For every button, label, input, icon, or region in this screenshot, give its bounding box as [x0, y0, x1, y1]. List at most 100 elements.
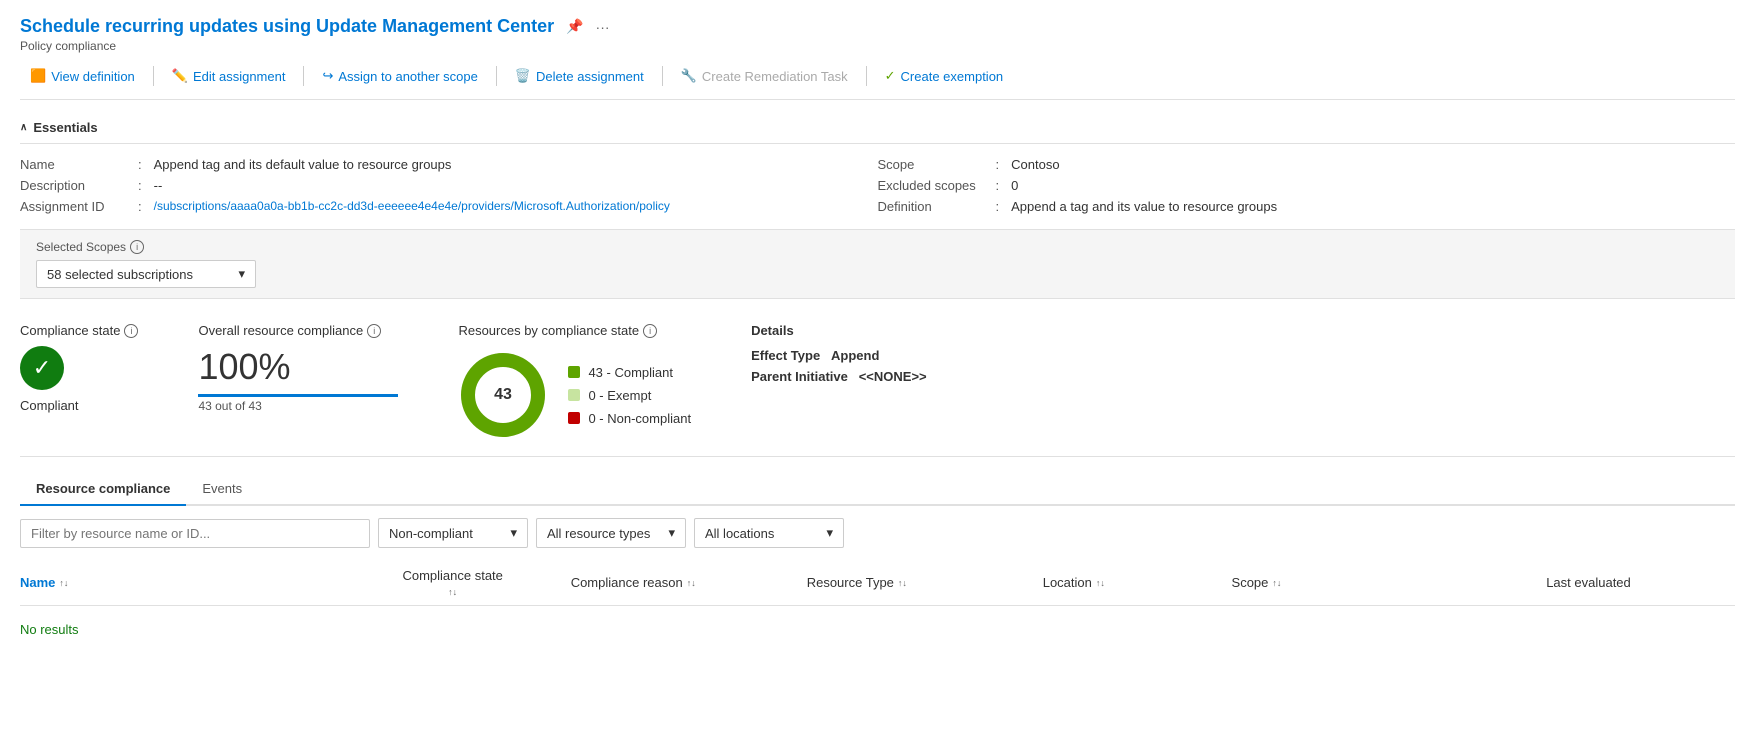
no-results-message: No results — [20, 606, 1735, 653]
essentials-section: ∧ Essentials Name : Append tag and its d… — [20, 100, 1735, 230]
essentials-scope-row: Scope : Contoso — [878, 154, 1736, 175]
toolbar-separator-2 — [303, 66, 304, 86]
toolbar-separator-4 — [662, 66, 663, 86]
essentials-excluded-scopes-value: 0 — [1011, 178, 1018, 193]
compliance-state-widget: Compliance state i ✓ Compliant — [20, 323, 138, 413]
essentials-chevron[interactable]: ∧ — [20, 122, 27, 133]
progress-bar-container — [198, 394, 398, 397]
compliance-section: Compliance state i ✓ Compliant Overall r… — [20, 299, 1735, 457]
overall-compliance-widget: Overall resource compliance i 100% 43 ou… — [198, 323, 398, 413]
filter-row: Non-compliant ▾ All resource types ▾ All… — [20, 506, 1735, 560]
table-header: Name ↑↓ Compliance state ↑↓ Compliance r… — [20, 560, 1735, 606]
create-remediation-task-button[interactable]: 🔧 Create Remediation Task — [671, 63, 858, 89]
essentials-name-row: Name : Append tag and its default value … — [20, 154, 878, 175]
tab-events[interactable]: Events — [186, 473, 258, 506]
tab-resource-compliance[interactable]: Resource compliance — [20, 473, 186, 506]
essentials-scope-value: Contoso — [1011, 157, 1059, 172]
legend-exempt: 0 - Exempt — [568, 388, 691, 403]
compliance-filter-dropdown[interactable]: Non-compliant ▾ — [378, 518, 528, 548]
scopes-dropdown-chevron: ▾ — [238, 266, 245, 282]
edit-assignment-button[interactable]: ✏️ Edit assignment — [162, 63, 296, 89]
delete-assignment-button[interactable]: 🗑️ Delete assignment — [505, 63, 654, 89]
assign-scope-icon: ↪ — [322, 68, 333, 84]
progress-bar-fill — [198, 394, 398, 397]
view-definition-button[interactable]: 🟧 View definition — [20, 63, 145, 89]
sort-resource-type-icon: ↑↓ — [898, 578, 907, 588]
resources-by-state-widget: Resources by compliance state i 43 43 - … — [458, 323, 691, 440]
col-scope[interactable]: Scope ↑↓ — [1232, 575, 1547, 590]
scopes-dropdown-value: 58 selected subscriptions — [47, 267, 193, 282]
page-title: Schedule recurring updates using Update … — [20, 16, 554, 37]
compliant-dot — [568, 366, 580, 378]
donut-chart: 43 — [458, 350, 548, 440]
overall-compliance-info-icon[interactable]: i — [367, 324, 381, 338]
toolbar: 🟧 View definition ✏️ Edit assignment ↪ A… — [20, 53, 1735, 100]
scopes-dropdown[interactable]: 58 selected subscriptions ▾ — [36, 260, 256, 288]
create-exemption-button[interactable]: ✓ Create exemption — [875, 63, 1014, 89]
essentials-assignment-id-row: Assignment ID : /subscriptions/aaaa0a0a-… — [20, 196, 878, 217]
resources-by-state-info-icon[interactable]: i — [643, 324, 657, 338]
essentials-definition-value: Append a tag and its value to resource g… — [1011, 199, 1277, 214]
essentials-header: ∧ Essentials — [20, 112, 1735, 144]
overall-compliance-percent: 100% — [198, 346, 398, 388]
resource-type-filter-dropdown[interactable]: All resource types ▾ — [536, 518, 686, 548]
more-options-icon[interactable]: ··· — [596, 19, 610, 35]
essentials-label: Essentials — [33, 120, 97, 135]
view-definition-icon: 🟧 — [30, 68, 46, 84]
col-compliance-state[interactable]: Compliance state ↑↓ — [335, 568, 571, 597]
overall-compliance-out-of: 43 out of 43 — [198, 399, 398, 413]
essentials-name-value: Append tag and its default value to reso… — [154, 157, 452, 172]
assign-to-another-scope-button[interactable]: ↪ Assign to another scope — [312, 63, 487, 89]
search-input[interactable] — [20, 519, 370, 548]
scopes-label: Selected Scopes i — [36, 240, 1719, 254]
scopes-info-icon[interactable]: i — [130, 240, 144, 254]
donut-area: 43 43 - Compliant 0 - Exempt 0 - Non-com… — [458, 350, 691, 440]
toolbar-separator-5 — [866, 66, 867, 86]
col-location[interactable]: Location ↑↓ — [1043, 575, 1232, 590]
essentials-definition-row: Definition : Append a tag and its value … — [878, 196, 1736, 217]
legend-noncompliant: 0 - Non-compliant — [568, 411, 691, 426]
sort-compliance-reason-icon: ↑↓ — [687, 578, 696, 588]
col-name[interactable]: Name ↑↓ — [20, 575, 335, 590]
details-effect-type: Effect Type Append — [751, 348, 927, 363]
chart-legend: 43 - Compliant 0 - Exempt 0 - Non-compli… — [568, 365, 691, 426]
col-last-evaluated[interactable]: Last evaluated — [1546, 575, 1735, 590]
compliant-check-icon: ✓ — [20, 346, 64, 390]
sort-name-icon: ↑↓ — [59, 578, 68, 588]
col-compliance-reason[interactable]: Compliance reason ↑↓ — [571, 575, 807, 590]
noncompliant-dot — [568, 412, 580, 424]
sort-scope-icon: ↑↓ — [1272, 578, 1281, 588]
legend-compliant: 43 - Compliant — [568, 365, 691, 380]
details-parent-initiative: Parent Initiative <<NONE>> — [751, 369, 927, 384]
exempt-dot — [568, 389, 580, 401]
delete-icon: 🗑️ — [515, 68, 531, 84]
edit-assignment-icon: ✏️ — [172, 68, 188, 84]
compliance-state-value: Compliant — [20, 398, 79, 413]
compliance-state-label: Compliance state — [20, 323, 120, 338]
exemption-icon: ✓ — [885, 68, 896, 84]
page-subtitle: Policy compliance — [20, 39, 1735, 53]
resource-type-filter-chevron: ▾ — [668, 525, 675, 541]
tabs-row: Resource compliance Events — [20, 473, 1735, 506]
selected-scopes-bar: Selected Scopes i 58 selected subscripti… — [20, 230, 1735, 299]
essentials-assignment-id-value[interactable]: /subscriptions/aaaa0a0a-bb1b-cc2c-dd3d-e… — [154, 199, 670, 214]
essentials-description-row: Description : -- — [20, 175, 878, 196]
svg-text:43: 43 — [495, 386, 513, 403]
pin-icon[interactable]: 📌 — [566, 18, 583, 35]
toolbar-separator — [153, 66, 154, 86]
compliance-filter-chevron: ▾ — [510, 525, 517, 541]
overall-compliance-label: Overall resource compliance — [198, 323, 363, 338]
resources-by-state-label: Resources by compliance state — [458, 323, 639, 338]
essentials-excluded-scopes-row: Excluded scopes : 0 — [878, 175, 1736, 196]
remediation-icon: 🔧 — [681, 68, 697, 84]
sort-compliance-state-icon: ↑↓ — [448, 587, 457, 597]
location-filter-dropdown[interactable]: All locations ▾ — [694, 518, 844, 548]
compliance-state-info-icon[interactable]: i — [124, 324, 138, 338]
toolbar-separator-3 — [496, 66, 497, 86]
details-title: Details — [751, 323, 927, 338]
col-resource-type[interactable]: Resource Type ↑↓ — [807, 575, 1043, 590]
sort-location-icon: ↑↓ — [1096, 578, 1105, 588]
essentials-description-value: -- — [154, 178, 163, 193]
details-section: Details Effect Type Append Parent Initia… — [751, 323, 927, 384]
location-filter-chevron: ▾ — [826, 525, 833, 541]
